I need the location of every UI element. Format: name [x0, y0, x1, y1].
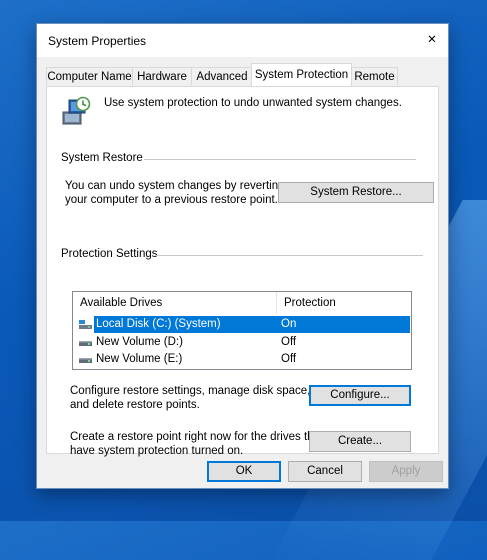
- title-bar: System Properties ✕: [37, 24, 448, 57]
- system-properties-dialog: System Properties ✕ Computer Name Hardwa…: [36, 23, 449, 489]
- protection-settings-divider: [155, 255, 423, 256]
- close-icon[interactable]: ✕: [416, 24, 448, 57]
- system-restore-description-2: your computer to a previous restore poin…: [65, 194, 278, 206]
- drives-list[interactable]: Available Drives Protection Local Disk (…: [72, 291, 412, 370]
- drive-name: Local Disk (C:) (System): [96, 318, 221, 330]
- create-description-2: have system protection turned on.: [70, 445, 244, 457]
- configure-description-2: and delete restore points.: [70, 399, 200, 411]
- apply-button[interactable]: Apply: [369, 461, 443, 482]
- tab-system-protection[interactable]: System Protection: [251, 63, 352, 86]
- tab-hardware[interactable]: Hardware: [132, 67, 192, 85]
- drive-protection-status: Off: [281, 336, 297, 348]
- create-description-1: Create a restore point right now for the…: [70, 431, 324, 443]
- drive-name: New Volume (D:): [96, 336, 183, 348]
- drive-icon: [79, 341, 92, 346]
- system-drive-icon: [79, 320, 92, 329]
- intro-text: Use system protection to undo unwanted s…: [104, 97, 402, 109]
- drive-protection-status: On: [281, 318, 297, 330]
- drive-row[interactable]: New Volume (D:) Off: [73, 334, 411, 351]
- system-restore-heading: System Restore: [61, 152, 143, 164]
- column-available-drives[interactable]: Available Drives: [73, 292, 276, 314]
- tab-computer-name[interactable]: Computer Name: [46, 67, 133, 85]
- drive-icon: [79, 358, 92, 363]
- configure-description-1: Configure restore settings, manage disk …: [70, 385, 311, 397]
- system-restore-button[interactable]: System Restore...: [278, 182, 434, 203]
- column-protection[interactable]: Protection: [277, 292, 407, 314]
- drive-row-selected[interactable]: Local Disk (C:) (System) On: [94, 316, 410, 333]
- window-title: System Properties: [48, 34, 147, 48]
- drives-list-header: Available Drives Protection: [73, 292, 411, 314]
- drive-name: New Volume (E:): [96, 353, 183, 365]
- drive-protection-status: Off: [281, 353, 297, 365]
- configure-button[interactable]: Configure...: [309, 385, 411, 406]
- tab-remote[interactable]: Remote: [351, 67, 398, 85]
- system-protection-icon: [62, 96, 91, 125]
- drive-row[interactable]: New Volume (E:) Off: [73, 351, 411, 368]
- cancel-button[interactable]: Cancel: [288, 461, 362, 482]
- tab-panel: Use system protection to undo unwanted s…: [46, 86, 439, 457]
- system-restore-description-1: You can undo system changes by reverting: [65, 180, 285, 192]
- drive-row[interactable]: Local Disk (C:) (System) On: [73, 316, 411, 333]
- create-button[interactable]: Create...: [309, 431, 411, 452]
- ok-button[interactable]: OK: [207, 461, 281, 482]
- system-restore-divider: [144, 159, 416, 160]
- tab-advanced[interactable]: Advanced: [191, 67, 253, 85]
- protection-settings-heading: Protection Settings: [61, 248, 158, 260]
